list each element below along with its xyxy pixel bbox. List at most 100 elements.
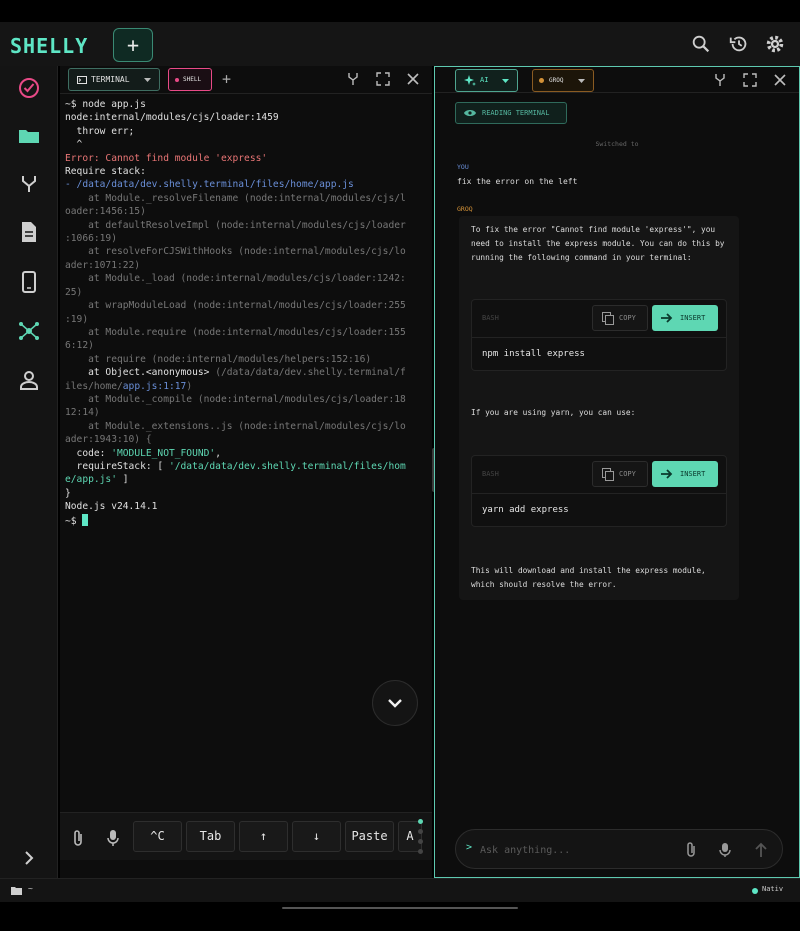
- terminal-line: e/app.js' ]: [65, 473, 427, 486]
- code-block: BASH COPY INSERT npm install express: [471, 299, 727, 371]
- copy-button[interactable]: COPY: [592, 305, 648, 331]
- search-icon[interactable]: [690, 33, 712, 55]
- terminal-line: ~$ node app.js: [65, 99, 146, 110]
- fork-icon[interactable]: [346, 72, 360, 86]
- chevron-down-icon: [388, 699, 402, 708]
- git-branch-icon[interactable]: [17, 172, 41, 196]
- stack-trace-line: ader:1943:10) {: [65, 433, 427, 446]
- history-icon[interactable]: [728, 33, 750, 55]
- source-link[interactable]: app.js:1:17: [123, 381, 187, 392]
- shell-tab-label: SHELL: [183, 76, 202, 83]
- current-path: ~: [28, 884, 33, 893]
- add-tab-button[interactable]: +: [222, 70, 231, 88]
- microphone-icon[interactable]: [718, 842, 732, 858]
- key-paste[interactable]: Paste: [345, 821, 394, 852]
- phone-icon[interactable]: [17, 270, 41, 294]
- ai-tab-label: AI: [480, 76, 489, 84]
- key-up[interactable]: ↑: [239, 821, 288, 852]
- gear-icon[interactable]: [764, 33, 786, 55]
- response-paragraph: If you are using yarn, you can use:: [471, 408, 636, 417]
- require-stack-key: requireStack: [: [65, 460, 169, 472]
- fork-icon[interactable]: [713, 73, 727, 87]
- insert-button[interactable]: INSERT: [652, 305, 718, 331]
- stack-trace-line: iles/home/app.js:1:17): [65, 380, 427, 393]
- reading-terminal-badge[interactable]: READING TERMINAL: [455, 102, 567, 124]
- stack-trace-line: at Module._resolveFilename (node:interna…: [65, 192, 406, 204]
- runtime-mode: Nativ: [762, 885, 784, 893]
- insert-label: INSERT: [680, 314, 706, 322]
- copy-button[interactable]: COPY: [592, 461, 648, 487]
- stack-location: (/data/data/dev.shelly.terminal/f: [215, 367, 406, 379]
- tab-shell[interactable]: SHELL: [168, 68, 212, 91]
- insert-label: INSERT: [680, 470, 706, 478]
- check-circle-icon[interactable]: [17, 76, 41, 100]
- provider-label: GROQ: [549, 77, 564, 84]
- page-dot: [418, 849, 423, 854]
- sparkle-icon: [464, 75, 476, 86]
- provider-selector[interactable]: GROQ: [532, 69, 594, 92]
- code-key: code:: [65, 447, 112, 459]
- network-icon[interactable]: [17, 319, 41, 343]
- code-block: BASH COPY INSERT yarn add express: [471, 455, 727, 527]
- chevron-right-icon[interactable]: [17, 846, 41, 870]
- stack-trace-line: at require (node:internal/modules/helper…: [65, 353, 372, 365]
- folder-icon[interactable]: [17, 124, 41, 148]
- prompt: ~$: [65, 515, 83, 527]
- stack-trace-line: at Module._load (node:internal/modules/c…: [65, 273, 406, 285]
- stack-trace-line: :19): [65, 313, 89, 325]
- stack-location: ): [186, 380, 193, 392]
- terminal-line: throw err;: [65, 125, 135, 137]
- terminal-tab-label: TERMINAL: [91, 75, 130, 84]
- status-bar: ~ Nativ: [0, 878, 800, 902]
- error-line: Error: Cannot find module 'express': [65, 152, 268, 164]
- shell-status-dot: [175, 78, 179, 82]
- stack-trace-line: oader:1456:15): [65, 206, 146, 218]
- expand-icon[interactable]: [376, 72, 390, 86]
- stack-trace-line: at Object.<anonymous> (/data/data/dev.sh…: [65, 366, 427, 379]
- close-icon[interactable]: [406, 72, 420, 86]
- insert-button[interactable]: INSERT: [652, 461, 718, 487]
- key-ctrl-c[interactable]: ^C: [133, 821, 182, 852]
- provider-status-dot: [539, 78, 544, 83]
- terminal-output[interactable]: ~$ node app.js node:internal/modules/cjs/…: [65, 98, 427, 528]
- key-tab[interactable]: Tab: [186, 821, 235, 852]
- page-dot: [418, 819, 423, 824]
- tab-ai[interactable]: AI: [455, 69, 518, 92]
- attach-icon[interactable]: [684, 842, 698, 858]
- app-logo: SHELLY: [10, 34, 89, 58]
- document-icon[interactable]: [17, 220, 41, 244]
- home-indicator[interactable]: [282, 907, 518, 909]
- microphone-icon[interactable]: [105, 829, 121, 847]
- code-value: 'MODULE_NOT_FOUND': [111, 447, 216, 459]
- response-paragraph: This will download and install the expre…: [471, 566, 706, 589]
- ask-input[interactable]: [480, 840, 680, 860]
- prompt-line: ~$: [65, 513, 427, 528]
- user-label: YOU: [457, 163, 469, 171]
- attach-icon[interactable]: [70, 829, 86, 847]
- cursor: [82, 513, 89, 526]
- require-stack-value: e/app.js': [65, 474, 117, 486]
- tab-terminal[interactable]: TERMINAL: [68, 68, 160, 91]
- key-down[interactable]: ↓: [292, 821, 341, 852]
- require-stack-value: '/data/data/dev.shelly.terminal/files/ho…: [168, 460, 406, 472]
- terminal-line: requireStack: [ '/data/data/dev.shelly.t…: [65, 460, 427, 473]
- status-indicator-dot: [752, 888, 758, 894]
- terminal-icon: [77, 76, 87, 84]
- scroll-to-bottom-button[interactable]: [372, 680, 418, 726]
- close-icon[interactable]: [773, 73, 787, 87]
- reading-terminal-label: READING TERMINAL: [482, 109, 550, 117]
- send-icon[interactable]: [754, 842, 768, 858]
- arrow-right-icon: [661, 469, 673, 479]
- user-message: fix the error on the left: [457, 177, 578, 186]
- stack-trace-line: at Module._extensions..js (node:internal…: [65, 420, 406, 432]
- new-session-button[interactable]: +: [113, 28, 153, 62]
- code-content: yarn add express: [482, 505, 569, 515]
- folder-icon: [11, 887, 22, 895]
- stack-trace-line: :1066:19): [65, 233, 117, 245]
- top-bar: SHELLY +: [0, 22, 800, 66]
- stack-trace-line: at resolveForCJSWithHooks (node:internal…: [65, 246, 406, 258]
- stack-path-line: - /data/data/dev.shelly.terminal/files/h…: [65, 179, 354, 191]
- stack-trace-line: 25): [65, 286, 83, 298]
- person-icon[interactable]: [17, 368, 41, 392]
- expand-icon[interactable]: [743, 73, 757, 87]
